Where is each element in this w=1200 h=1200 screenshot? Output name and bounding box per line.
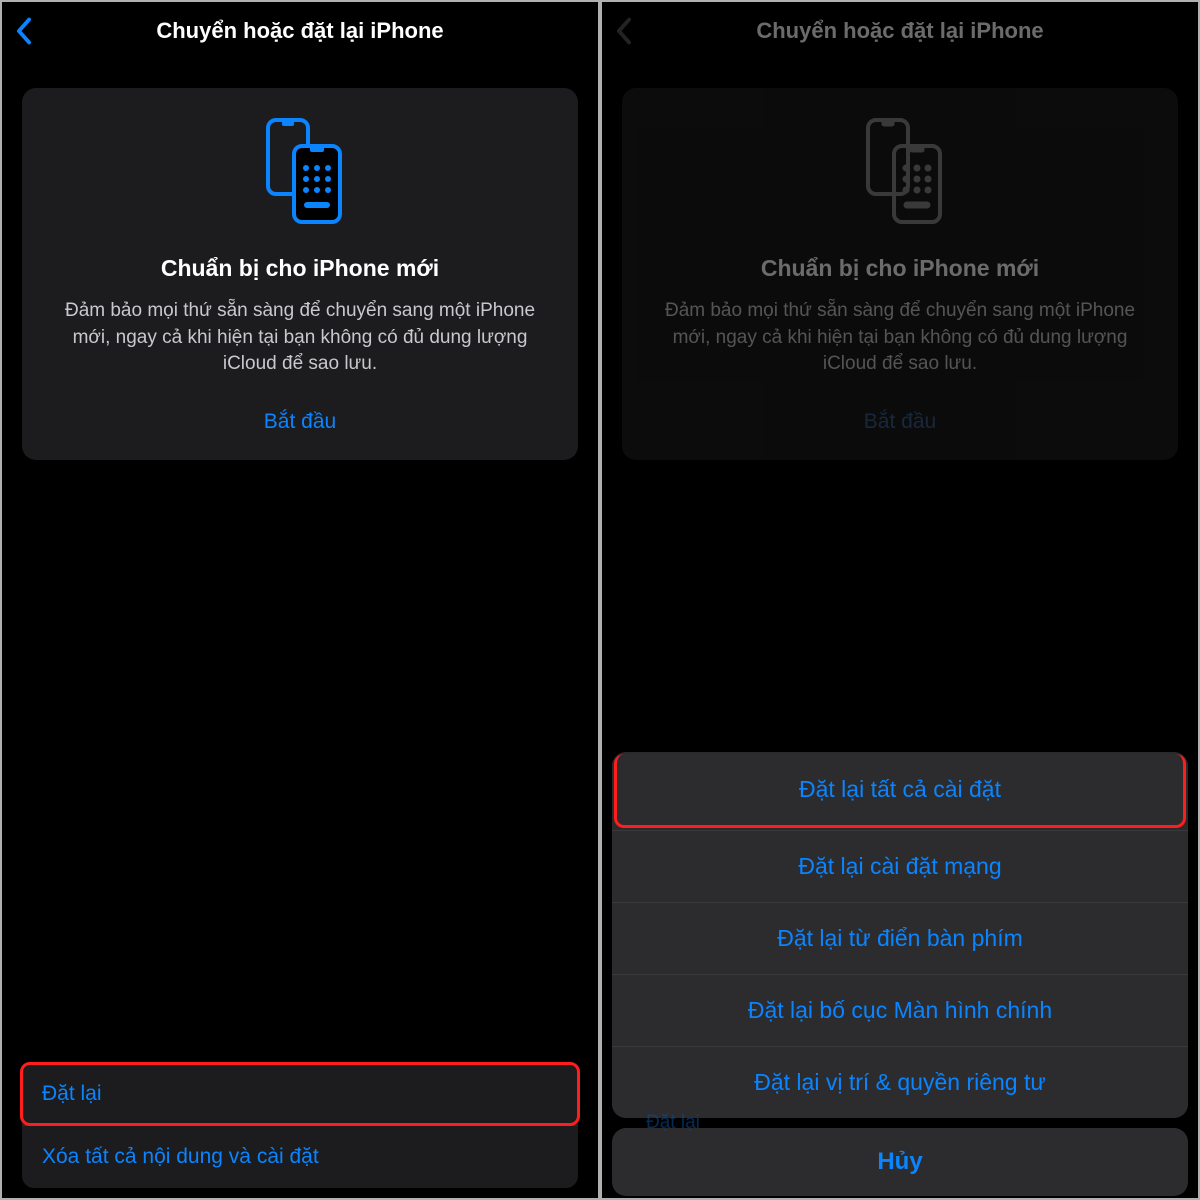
iphone-transfer-icon <box>854 116 946 231</box>
screen-left: Chuyển hoặc đặt lại iPhone <box>2 2 598 1198</box>
erase-all-option[interactable]: Xóa tất cả nội dung và cài đặt <box>22 1125 578 1188</box>
screen-right: Chuyển hoặc đặt lại iPhone <box>602 2 1198 1198</box>
reset-all-settings-button[interactable]: Đặt lại tất cả cài đặt <box>614 754 1186 828</box>
cancel-button[interactable]: Hủy <box>612 1128 1188 1196</box>
reset-home-layout-button[interactable]: Đặt lại bố cục Màn hình chính <box>612 974 1188 1046</box>
reset-option[interactable]: Đặt lại <box>22 1063 578 1125</box>
chevron-left-icon <box>16 17 32 45</box>
back-button[interactable] <box>616 17 632 45</box>
background-reset-label: Đặt lại <box>626 1104 720 1134</box>
options-list: Đặt lại Xóa tất cả nội dung và cài đặt <box>22 1063 578 1198</box>
card-title: Chuẩn bị cho iPhone mới <box>161 255 439 282</box>
nav-header: Chuyển hoặc đặt lại iPhone <box>2 2 598 60</box>
back-button[interactable] <box>16 17 32 45</box>
prepare-card: Chuẩn bị cho iPhone mới Đảm bảo mọi thứ … <box>622 88 1178 460</box>
get-started-link[interactable]: Bắt đầu <box>264 404 336 438</box>
reset-action-sheet: Đặt lại tất cả cài đặt Đặt lại cài đặt m… <box>602 752 1198 1198</box>
content-area: Chuẩn bị cho iPhone mới Đảm bảo mọi thứ … <box>2 60 598 1198</box>
card-description: Đảm bảo mọi thứ sẵn sàng để chuyển sang … <box>644 298 1156 378</box>
card-description: Đảm bảo mọi thứ sẵn sàng để chuyển sang … <box>44 298 556 378</box>
get-started-link[interactable]: Bắt đầu <box>864 404 936 438</box>
page-title: Chuyển hoặc đặt lại iPhone <box>756 18 1043 44</box>
nav-header: Chuyển hoặc đặt lại iPhone <box>602 2 1198 60</box>
sheet-options-group: Đặt lại tất cả cài đặt Đặt lại cài đặt m… <box>612 752 1188 1118</box>
reset-keyboard-button[interactable]: Đặt lại từ điển bàn phím <box>612 902 1188 974</box>
iphone-transfer-icon <box>254 116 346 231</box>
prepare-card: Chuẩn bị cho iPhone mới Đảm bảo mọi thứ … <box>22 88 578 460</box>
chevron-left-icon <box>616 17 632 45</box>
reset-network-button[interactable]: Đặt lại cài đặt mạng <box>612 830 1188 902</box>
card-title: Chuẩn bị cho iPhone mới <box>761 255 1039 282</box>
page-title: Chuyển hoặc đặt lại iPhone <box>156 18 443 44</box>
